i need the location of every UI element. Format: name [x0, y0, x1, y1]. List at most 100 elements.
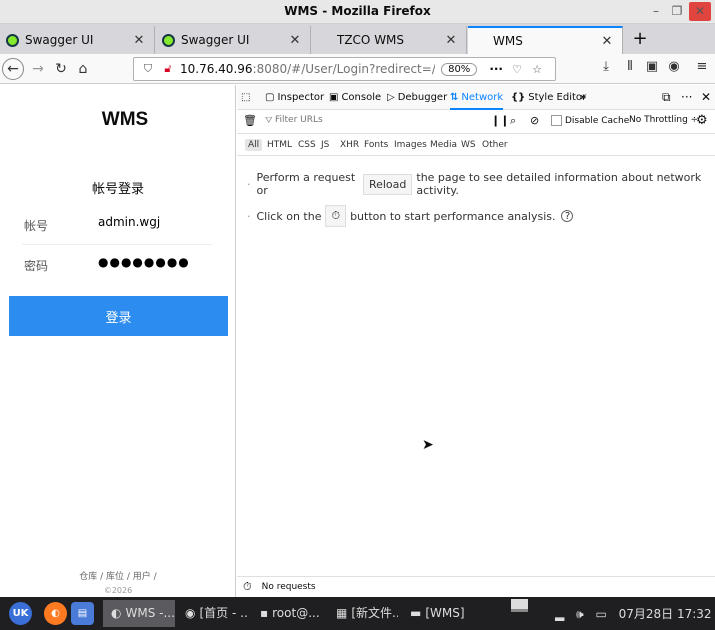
tab-debugger-label: Debugger [397, 92, 448, 103]
tab-swagger-1[interactable]: Swagger UI ✕ [0, 26, 155, 54]
disable-cache-checkbox[interactable]: Disable Cache [551, 115, 629, 126]
more-tools-chevron-icon[interactable]: » [580, 85, 589, 110]
type-filter-html[interactable]: HTML [264, 139, 295, 151]
blank-page-icon [318, 34, 331, 47]
type-filter-css[interactable]: CSS [295, 139, 319, 151]
type-filter-ws[interactable]: WS [458, 139, 479, 151]
tab-debugger[interactable]: ▷ Debugger [387, 85, 447, 110]
devtools-menu-icon[interactable]: ··· [681, 90, 692, 104]
start-menu-icon[interactable]: UK [9, 602, 32, 625]
navigation-bar: ← → ↻ ⌂ ⛉ 🔓︎ 10.76.40.96:8080/#/User/Log… [0, 54, 715, 84]
shield-icon[interactable]: ⛉ [140, 62, 156, 76]
insecure-lock-icon[interactable]: 🔓︎ [160, 62, 176, 76]
settings-gear-icon[interactable]: ⚙ [696, 113, 708, 128]
close-tab-icon[interactable]: ✕ [600, 34, 614, 49]
footer-links[interactable]: 仓库 / 库位 / 用户 / [0, 569, 236, 582]
type-filter-other[interactable]: Other [479, 139, 511, 151]
download-icon[interactable]: ⤓ [596, 59, 616, 74]
tab-label: Swagger UI [181, 33, 250, 47]
close-window-button[interactable]: ✕ [689, 2, 711, 21]
tab-strip: Swagger UI ✕ Swagger UI ✕ TZCO WMS ✕ WMS… [0, 24, 715, 54]
request-type-filters: All HTML CSS JS XHR Fonts Images Media W… [237, 134, 715, 156]
close-tab-icon[interactable]: ✕ [288, 33, 302, 48]
library-icon[interactable]: ⫴ [620, 59, 640, 74]
folder-icon: ▬ [410, 606, 422, 620]
tab-wms[interactable]: WMS ✕ [468, 26, 623, 54]
url-text[interactable]: 10.76.40.96:8080/#/User/Login?redirect=/… [180, 62, 435, 76]
tab-network[interactable]: ⇅ Network [450, 85, 504, 110]
help-icon[interactable]: ? [561, 210, 574, 222]
password-input[interactable]: ●●●●●●●● [98, 255, 208, 269]
sidebar-icon[interactable]: ▣ [642, 59, 662, 74]
inspector-icon: ▢ [265, 92, 275, 103]
minimize-button[interactable]: – [645, 2, 667, 21]
taskbar: UK ◐ ▤ ◐ WMS -... ◉ [首页 - ... ▪ root@... ▦[… [0, 597, 715, 630]
page-actions-icon[interactable]: ··· [489, 62, 503, 76]
reload-icon[interactable]: ↻ [50, 58, 72, 80]
lock-icon[interactable]: ▂ [555, 607, 564, 621]
taskbar-task-folder[interactable]: ▬ [WMS] [402, 600, 474, 627]
account-icon[interactable]: ◉ [664, 59, 684, 74]
clock[interactable]: 07月28日 17:32 [619, 607, 712, 621]
home-icon[interactable]: ⌂ [72, 58, 94, 80]
pocket-icon[interactable]: ♡ [509, 63, 525, 76]
network-tray-icon[interactable]: ▭ [595, 607, 606, 621]
tab-console[interactable]: ▣ Console [329, 85, 381, 110]
network-icon: ⇅ [450, 92, 459, 103]
stopwatch-icon[interactable]: ⏱︎ [243, 580, 252, 594]
hint2-pre: Click on the [256, 209, 322, 223]
account-input[interactable] [98, 215, 208, 229]
type-filter-fonts[interactable]: Fonts [361, 139, 391, 151]
firefox-launcher-icon[interactable]: ◐ [44, 602, 67, 625]
tab-tzco-wms[interactable]: TZCO WMS ✕ [312, 26, 467, 54]
hamburger-menu-icon[interactable]: ≡ [692, 59, 712, 74]
account-row: 帐号 [22, 205, 212, 245]
type-filter-images[interactable]: Images [391, 139, 430, 151]
filter-urls-input[interactable] [275, 115, 475, 125]
forward-arrow-icon[interactable]: → [27, 58, 49, 80]
url-bar[interactable]: ⛉ 🔓︎ 10.76.40.96:8080/#/User/Login?redir… [133, 57, 556, 81]
type-filter-xhr[interactable]: XHR [337, 139, 362, 151]
zoom-level-badge[interactable]: 80% [441, 62, 478, 76]
close-devtools-icon[interactable]: ✕ [701, 90, 711, 104]
maximize-button[interactable]: ❐ [666, 2, 688, 21]
type-filter-media[interactable]: Media [427, 139, 460, 151]
volume-icon[interactable]: 🕪︎ [576, 607, 584, 621]
file-manager-launcher-icon[interactable]: ▤ [71, 602, 94, 625]
close-tab-icon[interactable]: ✕ [132, 33, 146, 48]
trash-icon[interactable]: 🗑︎ [243, 114, 257, 127]
login-button[interactable]: 登录 [9, 296, 228, 336]
taskbar-task-home[interactable]: ◉ [首页 - ... [177, 600, 247, 627]
tab-swagger-2[interactable]: Swagger UI ✕ [156, 26, 311, 54]
stopwatch-icon[interactable]: ⏱︎ [325, 205, 347, 227]
taskbar-task-wms[interactable]: ◐ WMS -... [103, 600, 175, 627]
block-icon[interactable]: ⊘ [530, 114, 539, 127]
reload-button[interactable]: Reload [362, 173, 413, 195]
search-icon[interactable]: ⌕ [510, 114, 516, 128]
editor-icon: ▦ [336, 606, 348, 620]
new-tab-button[interactable]: + [630, 28, 650, 49]
type-filter-js[interactable]: JS [318, 139, 332, 151]
tab-style-editor[interactable]: {} Style Editor [511, 85, 586, 110]
element-picker-icon[interactable]: ⬚ [241, 85, 253, 110]
footer-copyright: ©2026 [103, 586, 133, 595]
checkbox-box[interactable] [551, 115, 562, 126]
dock-icon[interactable]: ⧉ [662, 90, 671, 105]
throttling-select[interactable]: No Throttling ÷ [629, 115, 698, 125]
tab-network-label: Network [461, 92, 504, 103]
type-filter-all[interactable]: All [245, 139, 263, 151]
tab-label: Swagger UI [25, 33, 94, 47]
bookmark-star-icon[interactable]: ☆ [529, 63, 545, 76]
devtools-panel: ⬚ ▢ Inspector ▣ Console ▷ Debugger ⇅ Network… [237, 85, 715, 597]
pause-icon[interactable]: ❙❙ [491, 114, 509, 127]
close-tab-icon[interactable]: ✕ [444, 33, 458, 48]
window-titlebar: WMS - Mozilla Firefox – ❐ ✕ [0, 0, 715, 24]
show-desktop-icon[interactable] [511, 599, 528, 612]
app-title: WMS [101, 109, 149, 130]
back-arrow-icon[interactable]: ← [2, 58, 24, 80]
terminal-icon: ▪ [260, 606, 269, 620]
tab-inspector[interactable]: ▢ Inspector [265, 85, 324, 110]
taskbar-task-editor[interactable]: ▦[新文件... [328, 600, 398, 627]
taskbar-task-terminal[interactable]: ▪ root@... [252, 600, 324, 627]
tab-label: TZCO WMS [337, 33, 405, 47]
